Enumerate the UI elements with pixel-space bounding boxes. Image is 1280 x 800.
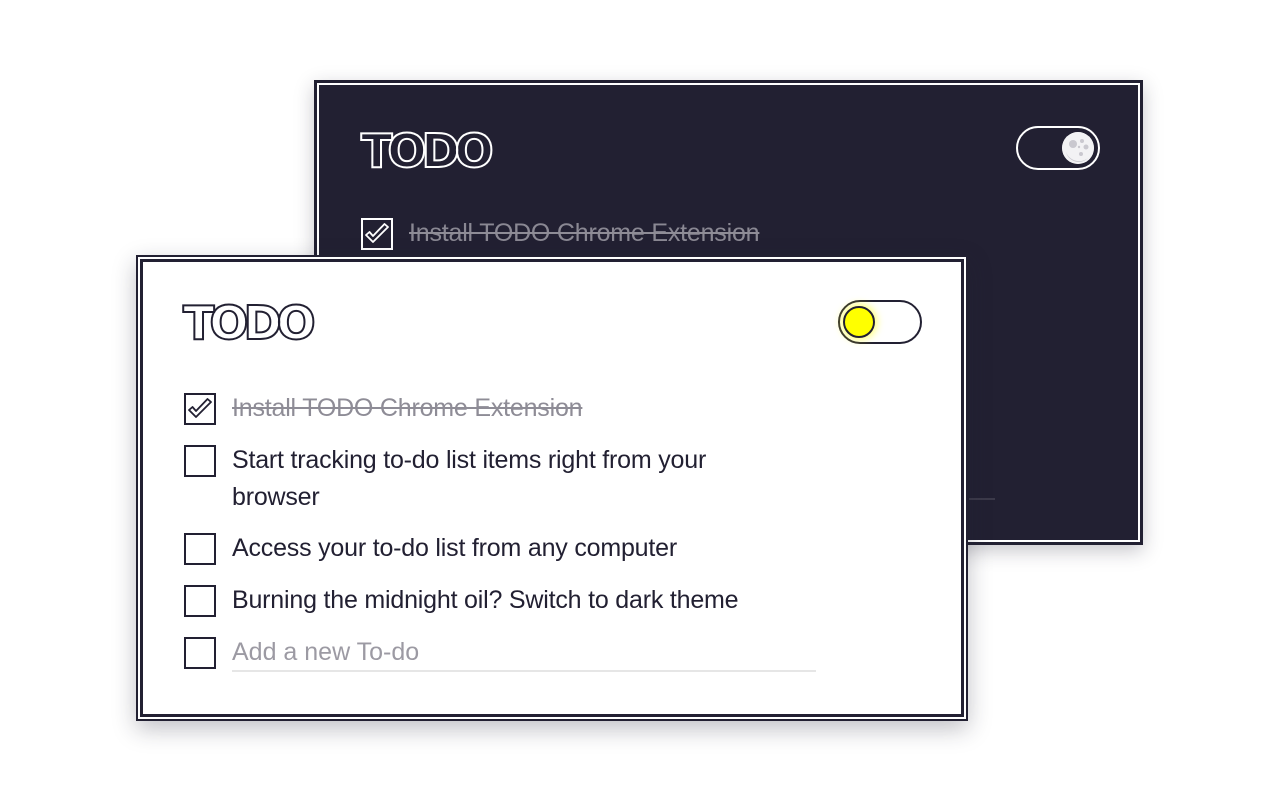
sun-icon [843, 306, 875, 338]
new-todo-input[interactable] [232, 634, 816, 672]
todo-logo: TODO [182, 296, 317, 350]
todo-item: Install TODO Chrome Extension [184, 393, 583, 427]
todo-checkbox[interactable] [361, 218, 393, 250]
moon-icon [1062, 132, 1094, 164]
checkmark-icon [188, 398, 212, 418]
todo-checkbox[interactable] [184, 445, 216, 477]
todo-label: Start tracking to-do list items right fr… [232, 446, 707, 511]
todo-label: Install TODO Chrome Extension [409, 219, 760, 247]
todo-item: Start tracking to-do list items right fr… [184, 445, 784, 516]
new-todo-row [184, 634, 816, 672]
todo-item: Install TODO Chrome Extension [361, 218, 760, 252]
light-theme-card: TODO Install TODO Chrome Extension Start… [136, 255, 968, 721]
new-todo-checkbox[interactable] [184, 637, 216, 669]
theme-toggle[interactable] [1016, 126, 1100, 170]
todo-label: Access your to-do list from any computer [232, 534, 677, 562]
todo-item: Access your to-do list from any computer [184, 533, 677, 567]
new-todo-underline [969, 498, 995, 500]
todo-label: Burning the midnight oil? Switch to dark… [232, 586, 739, 614]
todo-item: Burning the midnight oil? Switch to dark… [184, 585, 739, 619]
todo-checkbox[interactable] [184, 585, 216, 617]
todo-label: Install TODO Chrome Extension [232, 394, 583, 422]
todo-checkbox[interactable] [184, 533, 216, 565]
todo-logo: TODO [360, 124, 495, 178]
checkmark-icon [365, 223, 389, 243]
todo-checkbox[interactable] [184, 393, 216, 425]
theme-toggle[interactable] [838, 300, 922, 344]
